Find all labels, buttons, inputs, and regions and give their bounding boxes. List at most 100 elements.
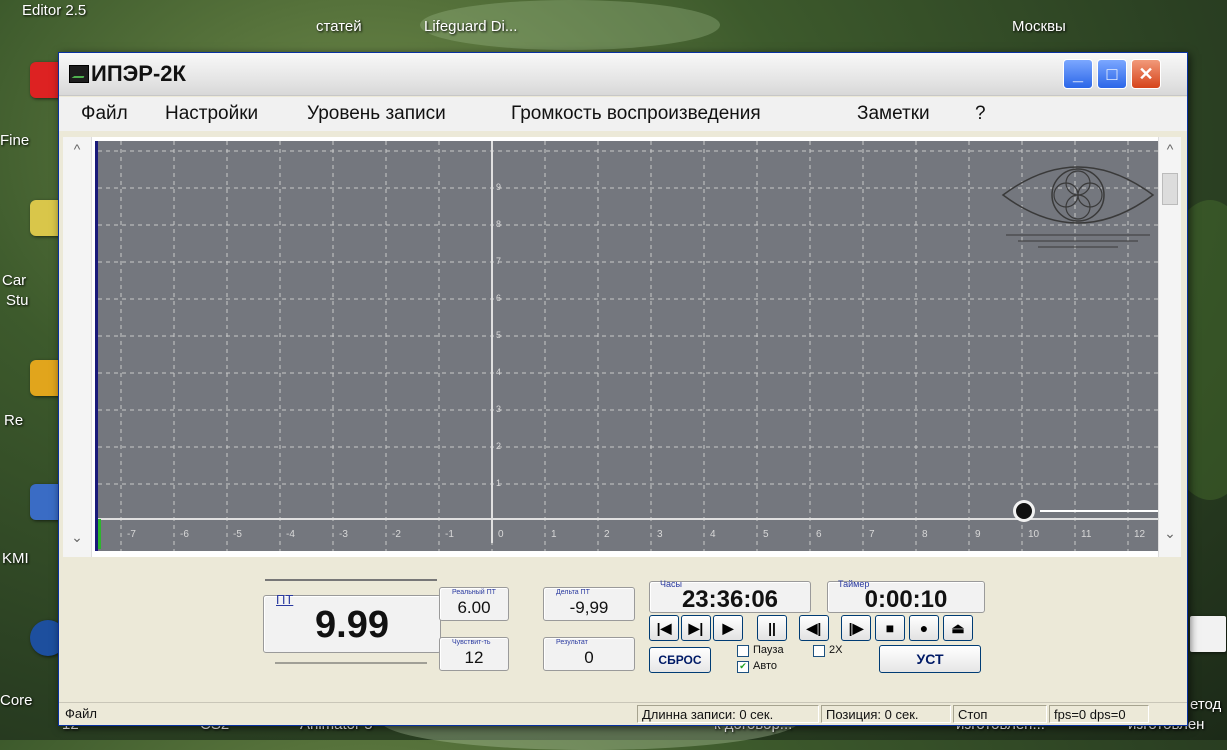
- x-tick-label: -2: [392, 529, 401, 540]
- x-tick-label: -1: [445, 529, 454, 540]
- desktop-icon-label[interactable]: Fine: [0, 132, 29, 149]
- y-tick-label: 2: [496, 441, 501, 451]
- x-tick-label: -5: [233, 529, 242, 540]
- x-tick-label: 7: [869, 529, 875, 540]
- document-icon[interactable]: [1190, 616, 1226, 652]
- y-tick-label: 9: [496, 182, 501, 192]
- close-button[interactable]: ✕: [1131, 59, 1161, 89]
- sensitivity-value: 12: [464, 648, 484, 667]
- menu-settings[interactable]: Настройки: [165, 103, 258, 125]
- x-tick-label: 3: [657, 529, 663, 540]
- desktop-icon-label[interactable]: Car: [2, 272, 26, 289]
- sensitivity-display: Чувствит-ть 12: [439, 637, 509, 671]
- menu-bar: Файл Настройки Уровень записи Громкость …: [59, 97, 1187, 131]
- pause-button[interactable]: ||: [757, 615, 787, 641]
- desktop-icon-label[interactable]: Editor 2.5: [22, 2, 86, 19]
- result-label: Результат: [556, 639, 588, 646]
- desktop-icon-label[interactable]: етод: [1190, 696, 1221, 713]
- pause-checkbox[interactable]: [737, 645, 749, 657]
- x2-checkbox[interactable]: [813, 645, 825, 657]
- plot-panel: ^ ⌄ -7 -6 -5 -4 -3 -2 -1 0 1 2 3 4 5 6 7 8 9 10 11 12 9 8 7 6 5 4…: [63, 137, 1181, 557]
- step-back-button[interactable]: ◀|: [799, 615, 829, 641]
- x-tick-label: 8: [922, 529, 928, 540]
- x-tick-label: 11: [1081, 529, 1092, 540]
- clock-display: Часы 23:36:06: [649, 579, 811, 613]
- desktop-icon-label[interactable]: Core: [0, 692, 33, 709]
- menu-notes[interactable]: Заметки: [857, 103, 930, 125]
- y-tick-label: 8: [496, 219, 501, 229]
- position-marker-inner: [1016, 503, 1032, 519]
- real-pt-value: 6.00: [457, 598, 491, 617]
- step-forward-button[interactable]: |▶: [841, 615, 871, 641]
- x-tick-label: -7: [127, 529, 136, 540]
- real-pt-display: Реальный ПТ 6.00: [439, 587, 509, 621]
- x-tick-label: 2: [604, 529, 610, 540]
- menu-help[interactable]: ?: [975, 103, 986, 125]
- pt-scale: [275, 662, 427, 664]
- reset-button[interactable]: СБРОС: [649, 647, 711, 673]
- x-tick-label: -4: [286, 529, 295, 540]
- status-position: Позиция: 0 сек.: [821, 705, 951, 723]
- delta-pt-display: Дельта ПТ -9,99: [543, 587, 635, 621]
- delta-pt-value: -9,99: [569, 598, 609, 617]
- x-tick-label: 10: [1028, 529, 1040, 540]
- auto-checkbox[interactable]: ✔: [737, 661, 749, 673]
- eject-button[interactable]: ⏏: [943, 615, 973, 641]
- window-title: ИПЭР-2К: [91, 61, 186, 86]
- skip-to-start-button[interactable]: |◀: [649, 615, 679, 641]
- x-tick-label: 12: [1134, 529, 1146, 540]
- scroll-up-icon[interactable]: ^: [1159, 141, 1181, 157]
- timer-value: 0:00:10: [864, 586, 948, 613]
- control-panel: ПТ 9.99 Реальный ПТ 6.00 Дельта ПТ -9,99…: [67, 565, 1179, 691]
- title-bar[interactable]: ИПЭР-2К _ □ ✕: [59, 53, 1187, 96]
- y-tick-label: 5: [496, 330, 501, 340]
- record-button[interactable]: ●: [909, 615, 939, 641]
- menu-playback-volume[interactable]: Громкость воспроизведения: [511, 103, 761, 125]
- x-tick-label: -3: [339, 529, 348, 540]
- status-record-length: Длинна записи: 0 сек.: [637, 705, 819, 723]
- level-indicator: [98, 519, 101, 549]
- x2-checkbox-label: 2X: [829, 644, 843, 656]
- x-tick-label: 9: [975, 529, 981, 540]
- y-tick-label: 3: [496, 404, 501, 414]
- timer-display: Таймер 0:00:10: [827, 579, 985, 613]
- desktop-icon-label[interactable]: KMI: [2, 550, 29, 567]
- set-button[interactable]: УСТ: [879, 645, 981, 673]
- status-state: Стоп: [953, 705, 1047, 723]
- pause-checkbox-label: Пауза: [753, 644, 784, 656]
- pt-divider: [265, 579, 437, 581]
- status-fps: fps=0 dps=0: [1049, 705, 1149, 723]
- signal-plot[interactable]: -7 -6 -5 -4 -3 -2 -1 0 1 2 3 4 5 6 7 8 9 10 11 12 9 8 7 6 5 4 3 2 1: [95, 141, 1164, 551]
- y-tick-label: 7: [496, 256, 501, 266]
- desktop-icon-label[interactable]: Re: [4, 412, 23, 429]
- result-value: 0: [584, 648, 594, 667]
- scroll-down-icon[interactable]: ⌄: [1159, 525, 1181, 542]
- desktop-icon-label[interactable]: статей: [316, 18, 362, 35]
- stop-button[interactable]: ■: [875, 615, 905, 641]
- x-tick-label: 1: [551, 529, 557, 540]
- desktop-icon-label[interactable]: Stu: [6, 292, 29, 309]
- scroll-up-icon[interactable]: ^: [66, 141, 88, 157]
- minimize-button[interactable]: _: [1063, 59, 1093, 89]
- logo-watermark: [998, 147, 1158, 257]
- status-bar: Файл Длинна записи: 0 сек. Позиция: 0 се…: [59, 702, 1187, 725]
- clock-value: 23:36:06: [681, 586, 779, 613]
- play-step-button[interactable]: ▶|: [681, 615, 711, 641]
- scroll-down-icon[interactable]: ⌄: [66, 529, 88, 546]
- left-scrollbar[interactable]: ^ ⌄: [63, 137, 92, 557]
- scroll-thumb[interactable]: [1162, 173, 1178, 205]
- auto-checkbox-label: Авто: [753, 660, 777, 672]
- desktop-icon-label[interactable]: Lifeguard Di...: [424, 18, 517, 35]
- app-window: ИПЭР-2К _ □ ✕ Файл Настройки Уровень зап…: [58, 52, 1188, 726]
- menu-file[interactable]: Файл: [81, 103, 128, 125]
- y-tick-label: 1: [496, 478, 501, 488]
- x-tick-label: 5: [763, 529, 769, 540]
- right-scrollbar[interactable]: ^ ⌄: [1158, 137, 1181, 557]
- desktop-icon-label[interactable]: Москвы: [1012, 18, 1066, 35]
- x-tick-label: 4: [710, 529, 716, 540]
- maximize-button[interactable]: □: [1097, 59, 1127, 89]
- menu-record-level[interactable]: Уровень записи: [307, 103, 446, 125]
- play-button[interactable]: ▶: [713, 615, 743, 641]
- pt-value: 9.99: [315, 604, 389, 646]
- pt-display: ПТ 9.99: [263, 592, 441, 653]
